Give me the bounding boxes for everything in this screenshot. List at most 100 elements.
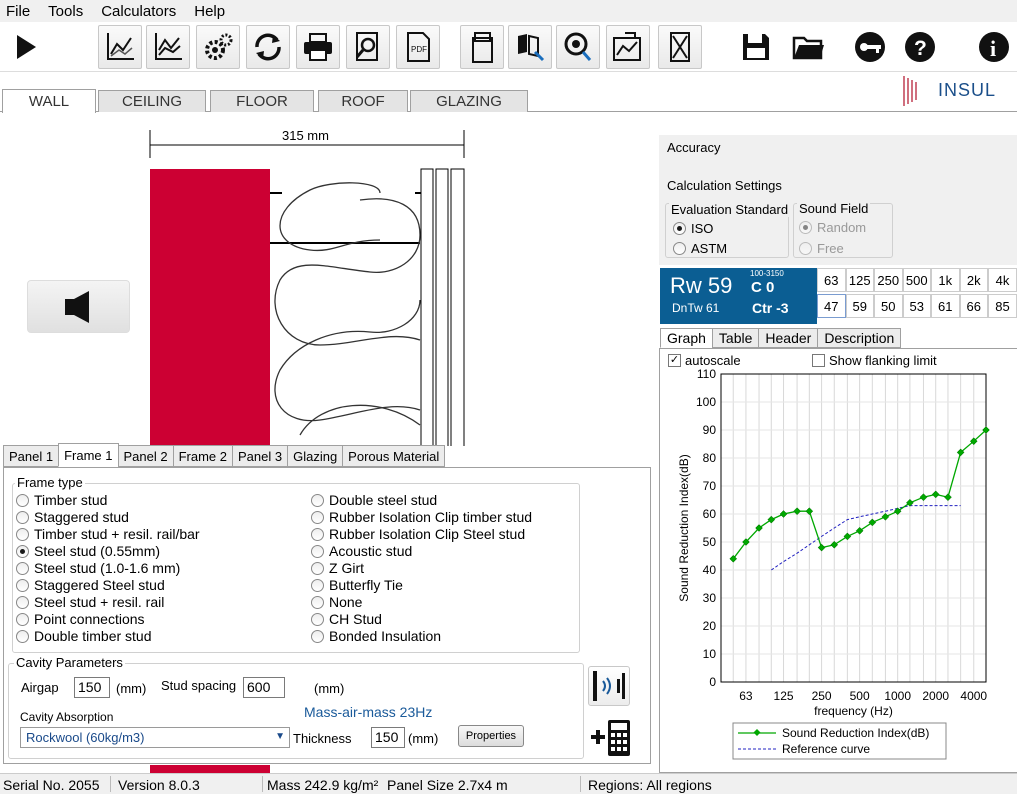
frame-option-left-2[interactable]: Timber stud + resil. rail/bar (16, 526, 200, 542)
frame-option-label: Timber stud (34, 492, 108, 508)
logo-text: INSUL (938, 80, 997, 100)
frame-option-left-5[interactable]: Staggered Steel stud (16, 577, 165, 593)
frame-option-left-4[interactable]: Steel stud (1.0-1.6 mm) (16, 560, 180, 576)
tab-panel-3[interactable]: Panel 3 (232, 445, 289, 467)
random-radio[interactable]: Random (799, 220, 866, 235)
graph-tabs: Graph Table Header Description (660, 328, 902, 348)
chart-export-button[interactable] (606, 25, 650, 69)
dntw-value: DnTw 61 (672, 301, 720, 315)
frame-option-left-7[interactable]: Point connections (16, 611, 145, 627)
play-button[interactable] (4, 25, 48, 69)
frame-type-title: Frame type (15, 475, 85, 490)
menu-calculators[interactable]: Calculators (101, 3, 176, 20)
frame-option-left-1[interactable]: Staggered stud (16, 509, 129, 525)
serial-number: Serial No. 2055 (3, 777, 100, 793)
cavity-parameters-title: Cavity Parameters (14, 655, 125, 670)
tab-description[interactable]: Description (817, 328, 902, 348)
frame-option-left-6[interactable]: Steel stud + resil. rail (16, 594, 164, 610)
astm-radio-dot (673, 242, 686, 255)
frame-option-right-1[interactable]: Rubber Isolation Clip timber stud (311, 509, 532, 525)
frame-option-radio-dot (311, 493, 324, 507)
frame-option-right-6[interactable]: None (311, 594, 362, 610)
airgap-input[interactable]: 150 (74, 677, 110, 698)
frame-option-right-0[interactable]: Double steel stud (311, 492, 437, 508)
frame-option-left-0[interactable]: Timber stud (16, 492, 107, 508)
menu-file[interactable]: File (6, 3, 30, 20)
graph-button[interactable] (98, 25, 142, 69)
tab-wall[interactable]: WALL (2, 89, 96, 113)
frame-option-radio-dot (16, 544, 29, 558)
tab-header[interactable]: Header (758, 328, 819, 348)
wall-acoustic-button[interactable] (588, 666, 630, 706)
flanking-checkbox[interactable]: Show flanking limit (812, 353, 937, 368)
pdf-icon: PDF (407, 32, 430, 62)
stud-spacing-input[interactable]: 600 (243, 677, 285, 698)
pdf-button[interactable]: PDF (396, 25, 440, 69)
airgap-label: Airgap (21, 680, 59, 695)
tab-panel-2[interactable]: Panel 2 (117, 445, 174, 467)
frame-option-left-3[interactable]: Steel stud (0.55mm) (16, 543, 160, 559)
print-preview-button[interactable] (346, 25, 390, 69)
cavity-absorption-select[interactable]: Rockwool (60kg/m3) ▼ (20, 727, 290, 748)
clear-button[interactable] (658, 25, 702, 69)
tab-porous-material[interactable]: Porous Material (342, 445, 446, 467)
free-radio[interactable]: Free (799, 241, 844, 256)
frame-option-right-7[interactable]: CH Stud (311, 611, 382, 627)
refresh-button[interactable] (246, 25, 290, 69)
autoscale-checkbox[interactable]: ✓ autoscale (668, 353, 741, 368)
export-button[interactable] (508, 25, 552, 69)
autoscale-check-icon: ✓ (668, 354, 681, 367)
tab-glazing[interactable]: GLAZING (410, 90, 528, 112)
open-folder-button[interactable] (786, 25, 830, 69)
accuracy-label: Accuracy (667, 140, 721, 155)
random-label: Random (817, 220, 867, 235)
play-sound-button[interactable] (27, 280, 130, 333)
octave-value-cell: 61 (931, 294, 960, 318)
frame-option-right-5[interactable]: Butterfly Tie (311, 577, 403, 593)
rating-range: 100-3150 (750, 269, 784, 278)
settings-button[interactable] (196, 25, 240, 69)
frame-option-radio-dot (311, 561, 324, 575)
tab-floor[interactable]: FLOOR (210, 90, 314, 112)
properties-button[interactable]: Properties (458, 725, 524, 747)
tab-ceiling[interactable]: CEILING (98, 90, 206, 112)
tab-panel-1[interactable]: Panel 1 (3, 445, 60, 467)
wall-sound-icon (593, 671, 625, 701)
menu-tools[interactable]: Tools (48, 3, 83, 20)
regions-label: Regions: All regions (588, 777, 712, 793)
print-button[interactable] (296, 25, 340, 69)
tab-frame-1[interactable]: Frame 1 (58, 443, 119, 467)
thickness-input[interactable]: 150 (371, 727, 405, 748)
status-bar: Serial No. 2055 Version 8.0.3 Mass 242.9… (0, 773, 1017, 794)
frame-option-right-4[interactable]: Z Girt (311, 560, 364, 576)
copy-icon (472, 32, 493, 63)
sound-button[interactable] (556, 25, 600, 69)
help-button[interactable]: ? (898, 25, 942, 69)
frame-option-radio-dot (311, 595, 324, 609)
y-tick-label: 110 (697, 367, 716, 381)
iso-radio[interactable]: ISO (673, 221, 713, 236)
frame-option-radio-dot (16, 561, 29, 575)
frame-option-right-8[interactable]: Bonded Insulation (311, 628, 441, 644)
info-button[interactable]: i (972, 25, 1016, 69)
copy-button[interactable] (460, 25, 504, 69)
accuracy-panel: Accuracy (659, 135, 1017, 175)
menu-help[interactable]: Help (194, 3, 225, 20)
tab-roof[interactable]: ROOF (318, 90, 408, 112)
tab-graph[interactable]: Graph (660, 328, 713, 348)
version-label: Version 8.0.3 (118, 777, 200, 793)
frame-option-right-3[interactable]: Acoustic stud (311, 543, 412, 559)
tab-glazing-panel[interactable]: Glazing (287, 445, 344, 467)
play-icon (17, 35, 36, 59)
calculator-button[interactable] (588, 715, 632, 759)
astm-radio[interactable]: ASTM (673, 241, 727, 256)
save-button[interactable] (734, 25, 778, 69)
frame-option-label: Steel stud (0.55mm) (34, 543, 161, 559)
tab-table[interactable]: Table (711, 328, 760, 348)
license-key-button[interactable] (848, 25, 892, 69)
frame-option-right-2[interactable]: Rubber Isolation Clip Steel stud (311, 526, 525, 542)
tab-frame-2[interactable]: Frame 2 (172, 445, 233, 467)
frame-option-left-8[interactable]: Double timber stud (16, 628, 152, 644)
graph-compare-button[interactable] (146, 25, 190, 69)
key-icon (855, 32, 885, 62)
